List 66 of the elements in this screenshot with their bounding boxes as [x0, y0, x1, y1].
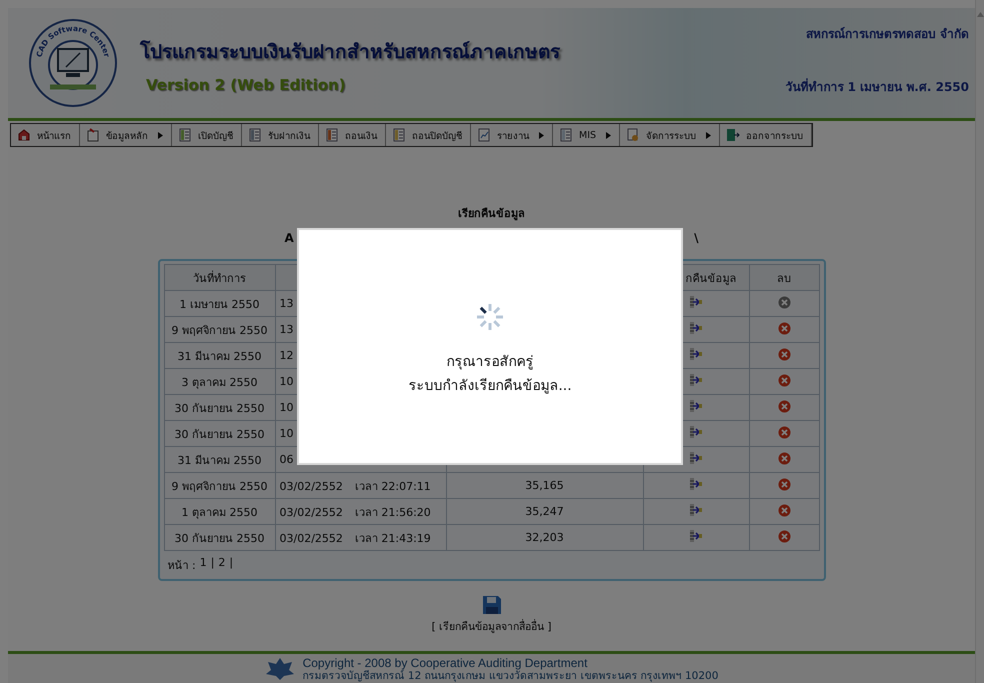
- emblem-icon: [264, 657, 295, 681]
- scrollbar[interactable]: [975, 0, 984, 683]
- table-cell: 30 กันยายน 2550: [164, 524, 275, 550]
- restore-icon[interactable]: [689, 425, 703, 439]
- page-link[interactable]: 1: [200, 556, 207, 574]
- path-text: A: [284, 231, 294, 245]
- pager-separator: |: [229, 556, 234, 571]
- table-cell: 3 ตุลาคม 2550: [164, 368, 275, 394]
- work-date: วันที่ทำการ 1 เมษายน พ.ศ. 2550: [785, 77, 969, 96]
- table-cell: 9 พฤศจิกายน 2550: [164, 316, 275, 342]
- page-link[interactable]: 2: [218, 556, 226, 574]
- restore-icon[interactable]: [689, 373, 703, 387]
- delete-icon[interactable]: [778, 426, 790, 438]
- delete-icon[interactable]: [778, 296, 790, 308]
- table-cell: 03/02/2552 เวลา 21:56:20: [275, 498, 446, 524]
- table-cell: 35,165: [446, 472, 643, 498]
- delete-icon[interactable]: [778, 530, 790, 542]
- app-title: โปรแกรมระบบเงินรับฝากสำหรับสหกรณ์ภาคเกษตร: [140, 39, 560, 65]
- column-header: วันที่ทำการ: [164, 264, 275, 290]
- restore-icon[interactable]: [689, 477, 703, 491]
- document-icon: [248, 128, 262, 142]
- delete-icon[interactable]: [778, 348, 790, 360]
- table-cell: 03/02/2552 เวลา 22:07:11: [275, 472, 446, 498]
- column-header: ลบ: [749, 264, 819, 290]
- restore-icon[interactable]: [689, 321, 703, 335]
- table-cell: 32,203: [446, 524, 643, 550]
- restore-icon[interactable]: [689, 451, 703, 465]
- restore-icon[interactable]: [689, 399, 703, 413]
- exit-icon: [726, 128, 740, 142]
- delete-icon[interactable]: [778, 400, 790, 412]
- pager-separator: |: [210, 556, 214, 571]
- scroll-up-icon[interactable]: [976, 12, 984, 17]
- loading-spinner-icon: [475, 302, 505, 332]
- table-cell: 03/02/2552 เวลา 21:43:19: [275, 524, 446, 550]
- restore-icon[interactable]: [689, 529, 703, 543]
- table-cell: 35,247: [446, 498, 643, 524]
- table-cell: 31 มีนาคม 2550: [164, 342, 275, 368]
- loading-message: กรุณารอสักครู่: [446, 353, 534, 372]
- document-icon: [325, 128, 339, 142]
- table-cell: 30 กันยายน 2550: [164, 420, 275, 446]
- page-title: เรียกคืนข้อมูล: [458, 206, 525, 222]
- address-text: กรมตรวจบัญชีสหกรณ์ 12 ถนนกรุงเกษม แขวงวัดสามพระยา เขตพระนคร กรุงเทพฯ 10200: [302, 670, 718, 683]
- delete-icon[interactable]: [778, 478, 790, 490]
- copyright-text: Copyright - 2008 by Cooperative Auditing Department: [302, 657, 588, 670]
- delete-icon[interactable]: [778, 452, 790, 464]
- organization-name: สหกรณ์การเกษตรทดสอบ จำกัด: [806, 26, 969, 43]
- document-icon: [559, 128, 573, 142]
- path-text: \: [694, 231, 698, 245]
- restore-icon[interactable]: [689, 295, 703, 309]
- table-cell: 9 พฤศจิกายน 2550: [164, 472, 275, 498]
- delete-icon[interactable]: [778, 322, 790, 334]
- table-cell: 1 ตุลาคม 2550: [164, 498, 275, 524]
- house-icon: [17, 128, 31, 142]
- table-cell: 31 มีนาคม 2550: [164, 446, 275, 472]
- restore-from-media-link[interactable]: [ เรียกคืนข้อมูลจากสื่ออื่น ]: [432, 618, 552, 635]
- table-cell: 1 เมษายน 2550: [164, 290, 275, 316]
- delete-icon[interactable]: [778, 504, 790, 516]
- chart-icon: [477, 128, 491, 142]
- restore-icon[interactable]: [689, 503, 703, 517]
- restore-icon[interactable]: [689, 347, 703, 361]
- edition-label: Version 2 (Web Edition): [146, 76, 347, 94]
- document-icon: [392, 128, 406, 142]
- table-cell: 30 กันยายน 2550: [164, 394, 275, 420]
- document-icon: [178, 128, 192, 142]
- pager-label: หน้า :: [168, 558, 196, 574]
- delete-icon[interactable]: [778, 374, 790, 386]
